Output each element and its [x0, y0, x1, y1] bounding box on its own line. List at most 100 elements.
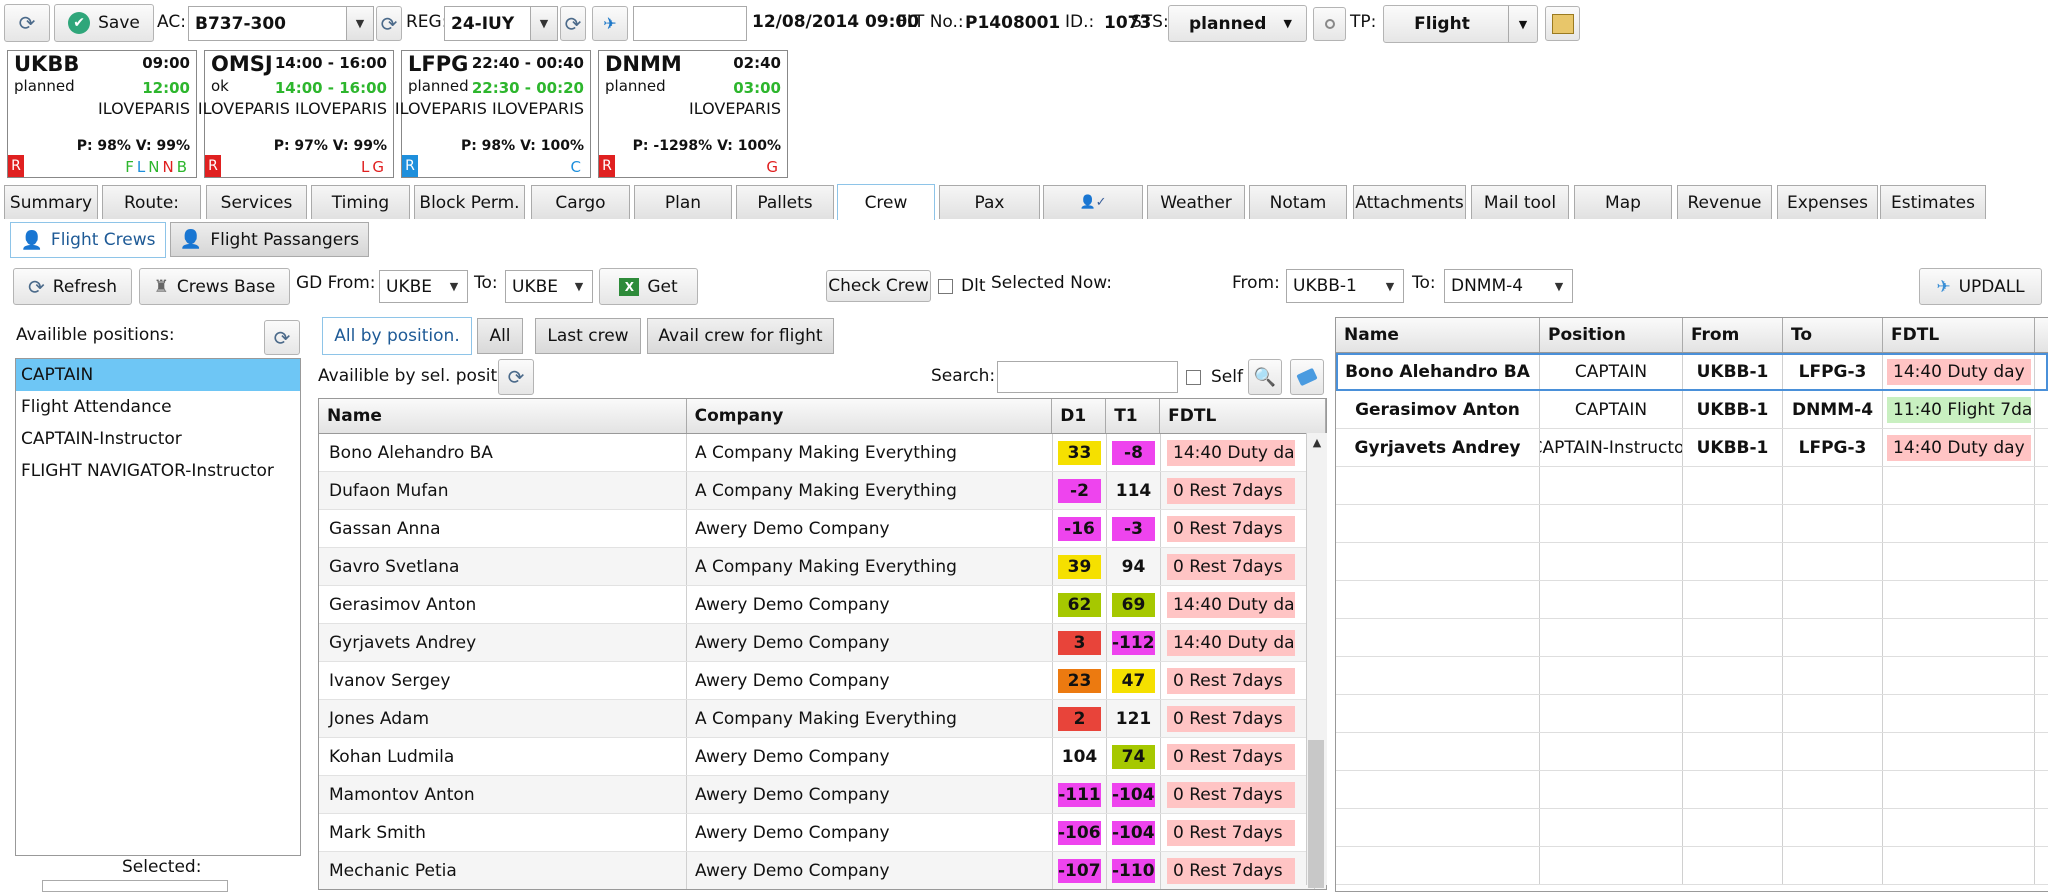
- col-d1[interactable]: D1: [1052, 399, 1107, 433]
- tab-summary[interactable]: Summary: [4, 185, 98, 219]
- route-pv: P: 98% V: 100%: [460, 138, 584, 154]
- gd-from-select[interactable]: UKBE ▼: [379, 270, 468, 303]
- crews-base-button[interactable]: ♜ Crews Base: [139, 268, 290, 305]
- selected-crew-row[interactable]: Gyrjavets AndreyCAPTAIN-InstructorUKBB-1…: [1336, 429, 2048, 467]
- avail-refresh-button[interactable]: ⟳: [498, 359, 534, 395]
- self-checkbox[interactable]: [1186, 370, 1201, 385]
- ac-select[interactable]: B737-300 ▼: [188, 6, 374, 41]
- col-name[interactable]: Name: [319, 399, 687, 433]
- tab-expenses[interactable]: Expenses: [1777, 185, 1878, 219]
- get-button[interactable]: X Get: [599, 268, 698, 305]
- status-select[interactable]: planned ▼: [1168, 5, 1307, 42]
- tab-revenue[interactable]: Revenue: [1677, 185, 1772, 219]
- table-row[interactable]: Ivanov Sergey Awery Demo Company 23 47 0 Res…: [319, 662, 1326, 700]
- reg-refresh-button[interactable]: ⟳: [560, 6, 586, 41]
- filter-tab[interactable]: All: [477, 318, 523, 354]
- reload-button[interactable]: ⟳: [4, 4, 50, 42]
- tab-crew[interactable]: Crew: [837, 184, 935, 220]
- search-button[interactable]: 🔍: [1248, 359, 1282, 395]
- id-label: ID.:: [1065, 12, 1095, 32]
- selected-crew-row[interactable]: Bono Alehandro BA CAPTAIN UKBB-1 LFPG-3 14:4…: [1336, 353, 2048, 391]
- type-select[interactable]: Flight ▼: [1383, 5, 1538, 43]
- scroll-thumb[interactable]: [1308, 740, 1324, 888]
- position-item[interactable]: Flight Attendance: [16, 391, 300, 423]
- table-row[interactable]: Kohan Ludmila Awery Demo Company 104 74 0 Re…: [319, 738, 1326, 776]
- col-to[interactable]: To: [1783, 318, 1883, 352]
- calculator-button[interactable]: [1545, 6, 1580, 41]
- table-row[interactable]: Gassan Anna Awery Demo Company -16 -3 0 Rest…: [319, 510, 1326, 548]
- reg-select[interactable]: 24-IUY ▼: [444, 6, 558, 41]
- table-row[interactable]: Mechanic PetiaAwery Demo Company-1070 -11…: [319, 852, 1326, 889]
- table-row[interactable]: Gerasimov Anton Awery Demo Company 62 69 14:…: [319, 586, 1326, 624]
- table-row[interactable]: Mamontov Anton Awery Demo Company -111 -104…: [319, 776, 1326, 814]
- tab-plan[interactable]: Plan: [634, 185, 732, 219]
- subtab-flight-passengers[interactable]: 👤 Flight Passangers: [170, 222, 369, 257]
- clear-button[interactable]: [1290, 359, 1324, 395]
- col-t1[interactable]: T1: [1106, 399, 1161, 433]
- filter-tab[interactable]: All by position.: [322, 317, 472, 355]
- scroll-up-icon[interactable]: ▲: [1307, 433, 1327, 449]
- tab-crew-list[interactable]: 👤✓: [1043, 185, 1143, 219]
- flight-icon-button[interactable]: ✈: [592, 6, 628, 41]
- position-item[interactable]: CAPTAIN-Instructor: [16, 423, 300, 455]
- tab-attachments[interactable]: Attachments: [1353, 185, 1466, 219]
- table-row[interactable]: Bono Alehandro BA A Company Making Everyt…: [319, 434, 1326, 472]
- selected-input[interactable]: [42, 880, 228, 892]
- tab-estimates[interactable]: Estimates: [1880, 185, 1986, 219]
- col-company[interactable]: Company: [687, 399, 1053, 433]
- route-card[interactable]: OMSJ 14:00 - 16:00 ok 14:00 - 16:00 ILOVEPAR…: [198, 50, 394, 178]
- refresh-button[interactable]: ⟳ Refresh: [13, 268, 132, 305]
- position-item[interactable]: CAPTAIN: [16, 359, 300, 391]
- ac-refresh-button[interactable]: ⟳: [376, 6, 402, 41]
- airport-code: LFPG: [408, 52, 469, 76]
- col-name[interactable]: Name: [1336, 318, 1540, 352]
- table-row[interactable]: Jones Adam A Company Making Everything 2 12…: [319, 700, 1326, 738]
- subtab-flight-crews[interactable]: 👤 Flight Crews: [10, 222, 166, 258]
- col-fdtl[interactable]: FDTL: [1160, 399, 1326, 433]
- refresh-icon: ⟳: [18, 11, 36, 35]
- col-from[interactable]: From: [1683, 318, 1783, 352]
- tab-timing[interactable]: Timing: [311, 185, 410, 219]
- gd-to-select[interactable]: UKBE ▼: [505, 270, 593, 303]
- tab-cargo[interactable]: Cargo: [531, 185, 630, 219]
- search-input[interactable]: [997, 361, 1178, 393]
- tab-notam[interactable]: Notam: [1249, 185, 1347, 219]
- route-card[interactable]: LFPG 22:40 - 00:40 planned 22:30 - 00:20 ILO…: [395, 50, 591, 178]
- tab-mail-tool[interactable]: Mail tool: [1471, 185, 1569, 219]
- tab-services[interactable]: Services: [206, 185, 307, 219]
- fdtl-value: 0 Rest 7days: [1167, 743, 1295, 770]
- filter-tab[interactable]: Last crew: [535, 318, 641, 354]
- to-select[interactable]: DNMM-4 ▼: [1444, 269, 1573, 303]
- route-card[interactable]: DNMM 02:40 planned 03:00 ILOVEPARIS P: -1298%…: [598, 50, 788, 178]
- status-toggle-button[interactable]: [1313, 7, 1346, 41]
- position-item[interactable]: FLIGHT NAVIGATOR-Instructor: [16, 455, 300, 487]
- col-fdtl[interactable]: FDTL: [1883, 318, 2035, 352]
- from-select[interactable]: UKBB-1 ▼: [1286, 269, 1404, 303]
- table-row[interactable]: Gyrjavets AndreyAwery Demo Company3 -1129…: [319, 624, 1326, 662]
- crew-company: Awery Demo Company: [687, 662, 1053, 699]
- dlt-checkbox[interactable]: [938, 279, 953, 294]
- table-row[interactable]: Dufaon Mufan A Company Making Everything -…: [319, 472, 1326, 510]
- col-position[interactable]: Position: [1540, 318, 1683, 352]
- flight-text-input[interactable]: [633, 6, 747, 41]
- tab-pax[interactable]: Pax: [939, 185, 1040, 219]
- table-row[interactable]: Gavro Svetlana A Company Making Everythin…: [319, 548, 1326, 586]
- tab-route[interactable]: Route:: [102, 185, 201, 219]
- empty-row: [1336, 847, 2048, 885]
- refresh-icon: ⟳: [507, 365, 525, 389]
- chevron-down-icon: ▼: [449, 280, 459, 293]
- route-card[interactable]: UKBB 09:00 planned 12:00 ILOVEPARIS P: 98% V:…: [7, 50, 197, 178]
- save-button[interactable]: ✔ Save: [54, 4, 154, 42]
- table-row[interactable]: Mark SmithAwery Demo Company-1064 -1046 0 …: [319, 814, 1326, 852]
- tab-pallets[interactable]: Pallets: [736, 185, 834, 219]
- selected-crew-row[interactable]: Gerasimov Anton CAPTAIN UKBB-1 DNMM-4 11:40 …: [1336, 391, 2048, 429]
- updall-button[interactable]: ✈ UPDALL: [1919, 268, 2042, 305]
- positions-refresh-button[interactable]: ⟳: [264, 320, 300, 355]
- crew-position: CAPTAIN: [1540, 353, 1683, 390]
- tab-block-perm[interactable]: Block Perm.: [414, 185, 525, 219]
- tab-map[interactable]: Map: [1574, 185, 1672, 219]
- tab-weather[interactable]: Weather: [1147, 185, 1245, 219]
- t1-value: 74: [1112, 744, 1155, 769]
- filter-tab[interactable]: Avail crew for flight: [647, 318, 834, 354]
- check-crew-button[interactable]: Check Crew: [826, 270, 931, 302]
